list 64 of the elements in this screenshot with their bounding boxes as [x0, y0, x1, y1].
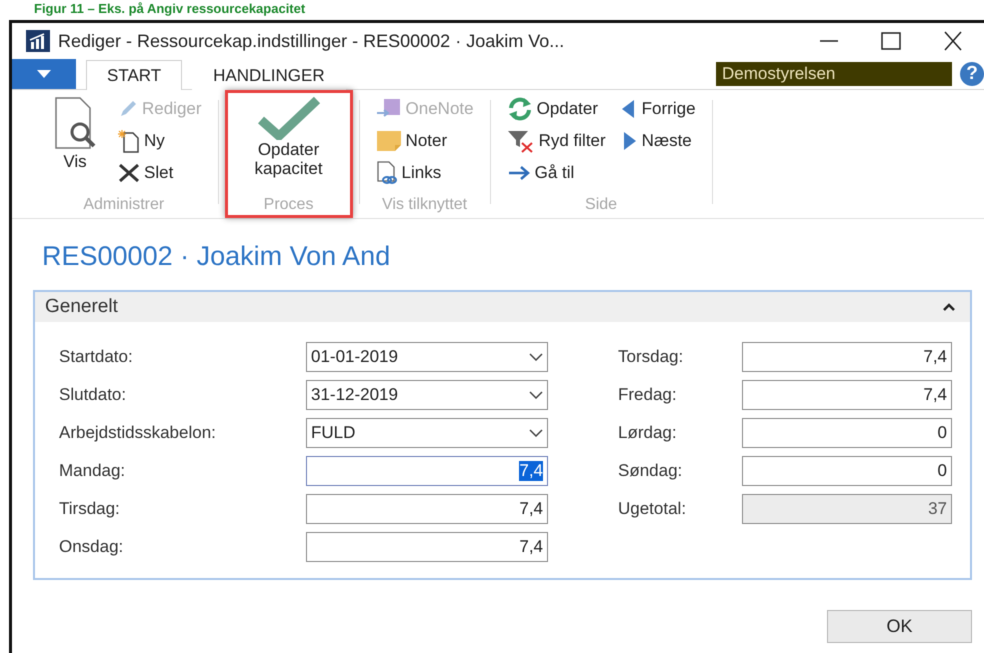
- field-label: Lørdag:: [618, 423, 678, 443]
- refresh-icon: [506, 97, 533, 121]
- input-field[interactable]: 0: [742, 456, 952, 486]
- field-label: Tirsdag:: [59, 499, 121, 519]
- company-name: Demostyrelsen: [716, 62, 952, 86]
- clear-filter-icon: [506, 129, 535, 153]
- field-label: Fredag:: [618, 385, 678, 405]
- input-field[interactable]: 0: [742, 418, 952, 448]
- chevron-down-icon: [529, 353, 543, 361]
- ribbon-button[interactable]: Vis: [46, 96, 104, 196]
- dropdown-field[interactable]: FULD: [306, 418, 548, 448]
- app-icon: [26, 30, 50, 52]
- pencil-icon: [118, 99, 138, 119]
- input-field[interactable]: 7,4: [306, 494, 548, 524]
- caret-icon: [37, 70, 51, 78]
- ok-button[interactable]: OK: [827, 610, 972, 643]
- window-title: Rediger - Ressourcekap.indstillinger - RES00002 · Joakim Vo...: [58, 30, 566, 52]
- close-icon[interactable]: [942, 31, 964, 51]
- chevron-down-icon: [529, 429, 543, 437]
- menu-button[interactable]: [12, 59, 76, 89]
- field-label: Slutdato:: [59, 385, 128, 405]
- field-label: Mandag:: [59, 461, 126, 481]
- dropdown-field[interactable]: 31-12-2019: [306, 380, 548, 410]
- collapse-icon[interactable]: [942, 302, 956, 312]
- ribbon-button[interactable]: Noter: [376, 128, 474, 154]
- page-heading: RES00002 · Joakim Von And: [42, 241, 392, 272]
- input-field: 37: [742, 494, 952, 524]
- input-field[interactable]: 7,4: [306, 532, 548, 562]
- checkmark-icon: [256, 96, 321, 140]
- arrow-right-icon: [506, 165, 531, 181]
- ribbon-button[interactable]: Opdater: [506, 96, 606, 122]
- dropdown-field[interactable]: 01-01-2019: [306, 342, 548, 372]
- new-document-icon: [118, 129, 140, 153]
- ribbon-button[interactable]: Ryd filter: [506, 128, 606, 154]
- group-label: Proces: [264, 196, 314, 215]
- field-label: Startdato:: [59, 347, 134, 367]
- field-label: Torsdag:: [618, 347, 684, 367]
- ribbon-button[interactable]: Næste: [620, 128, 696, 154]
- maximize-icon[interactable]: [880, 31, 902, 51]
- field-label: Arbejdstidsskabelon:: [59, 423, 217, 443]
- group-label: Side: [585, 196, 618, 215]
- input-field[interactable]: 7,4: [306, 456, 548, 486]
- ribbon-button[interactable]: Opdater kapacitet: [234, 96, 343, 196]
- ribbon-button[interactable]: Links: [376, 160, 474, 186]
- section-title: Generelt: [45, 296, 118, 318]
- help-button[interactable]: ?: [960, 62, 984, 86]
- delete-icon: [118, 163, 140, 183]
- ribbon-button[interactable]: Ny: [118, 128, 202, 154]
- ribbon-button[interactable]: Gå til: [506, 160, 606, 186]
- input-field[interactable]: 7,4: [742, 342, 952, 372]
- field-label: Ugetotal:: [618, 499, 688, 519]
- link-icon: [376, 161, 398, 185]
- ribbon-button[interactable]: Slet: [118, 160, 202, 186]
- group-label: Vis tilknyttet: [382, 196, 468, 215]
- note-icon: [376, 130, 402, 152]
- figure-caption: Figur 11 – Eks. på Angiv ressourcekapacitet: [34, 0, 306, 18]
- group-label: Administrer: [83, 196, 164, 215]
- input-field[interactable]: 7,4: [742, 380, 952, 410]
- field-label: Søndag:: [618, 461, 684, 481]
- field-label: Onsdag:: [59, 537, 124, 557]
- section-header[interactable]: Generelt: [35, 292, 970, 322]
- ribbon-button[interactable]: Forrige: [620, 96, 696, 122]
- ribbon-tab[interactable]: START: [86, 60, 182, 90]
- chevron-down-icon: [529, 391, 543, 399]
